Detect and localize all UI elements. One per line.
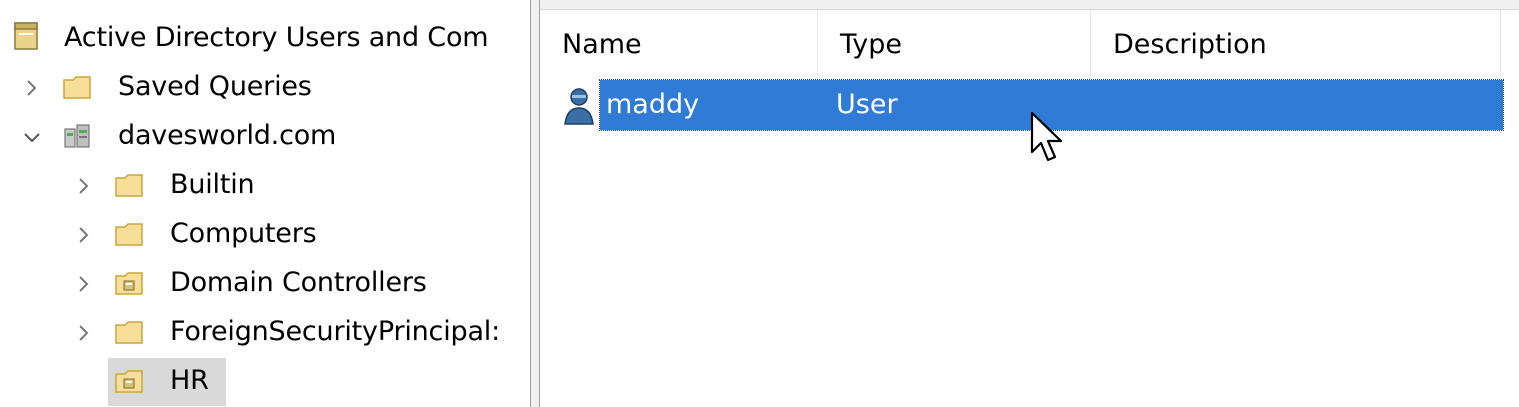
column-header-label: Description — [1113, 28, 1267, 60]
details-pane: Name Type Description maddy User — [540, 0, 1519, 407]
tree-item-foreign-security-principals[interactable]: ForeignSecurityPrincipal: — [0, 309, 530, 355]
tree-item-label: ForeignSecurityPrincipal: — [170, 316, 500, 347]
chevron-right-icon[interactable] — [20, 76, 44, 100]
tree-item-label: Saved Queries — [118, 71, 312, 102]
tree-item-label: Computers — [170, 218, 317, 249]
ad-console-icon — [14, 22, 38, 50]
console-tree: Active Directory Users and Com Saved Que… — [0, 0, 530, 407]
chevron-down-icon[interactable] — [20, 125, 44, 149]
column-header-type[interactable]: Type — [818, 10, 1091, 78]
chevron-right-icon[interactable] — [72, 223, 96, 247]
pane-top-edge — [540, 0, 1519, 10]
tree-item-domain[interactable]: davesworld.com — [0, 113, 530, 159]
chevron-right-icon[interactable] — [72, 321, 96, 345]
tree-item-saved-queries[interactable]: Saved Queries — [0, 64, 530, 110]
cell-type: User — [836, 89, 898, 120]
column-header-label: Name — [562, 28, 642, 60]
ou-folder-icon — [115, 272, 143, 295]
domain-icon — [64, 124, 90, 148]
tree-item-domain-controllers[interactable]: Domain Controllers — [0, 260, 530, 306]
tree-item-label: Builtin — [170, 169, 255, 200]
tree-item-label: HR — [170, 365, 209, 396]
folder-icon — [63, 76, 91, 99]
tree-item-hr[interactable]: HR — [0, 356, 530, 406]
chevron-right-icon[interactable] — [72, 272, 96, 296]
ou-folder-icon — [115, 370, 143, 393]
mouse-cursor-icon — [1030, 111, 1063, 162]
folder-icon — [115, 174, 143, 197]
tree-item-label: Domain Controllers — [170, 267, 427, 298]
tree-item-label: davesworld.com — [118, 120, 337, 151]
cell-name: maddy — [606, 89, 700, 120]
tree-root[interactable]: Active Directory Users and Com — [0, 15, 530, 61]
column-header-name[interactable]: Name — [540, 10, 818, 78]
column-header-label: Type — [840, 28, 903, 60]
folder-icon — [115, 321, 143, 344]
folder-icon — [115, 223, 143, 246]
user-icon — [564, 88, 594, 125]
column-header-description[interactable]: Description — [1091, 10, 1501, 78]
tree-item-computers[interactable]: Computers — [0, 211, 530, 257]
chevron-right-icon[interactable] — [72, 174, 96, 198]
tree-root-label: Active Directory Users and Com — [64, 22, 489, 53]
pane-splitter[interactable] — [530, 0, 540, 407]
tree-item-builtin[interactable]: Builtin — [0, 162, 530, 208]
